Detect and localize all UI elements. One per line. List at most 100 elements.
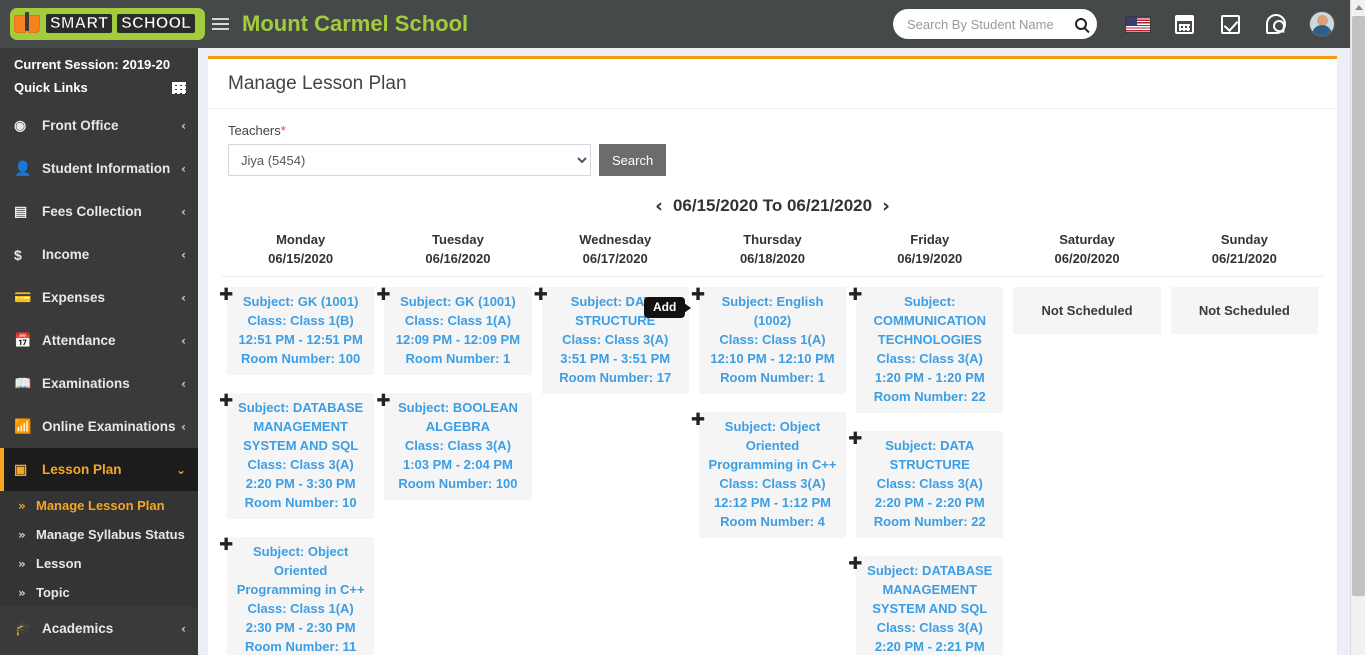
page-scrollbar[interactable] [1350, 0, 1365, 655]
add-lesson-plus-icon[interactable]: ✚ [848, 433, 862, 447]
sidebar-item-income[interactable]: $ Income ‹ [0, 233, 198, 276]
fees-collection-icon: ▤ [14, 203, 36, 220]
search-box[interactable] [893, 9, 1097, 39]
front-office-icon: ◉ [14, 117, 36, 134]
teachers-select[interactable]: Jiya (5454) [228, 144, 591, 176]
day-header: Wednesday 06/17/2020 [542, 230, 689, 276]
search-button[interactable]: Search [599, 144, 666, 176]
calendar-divider [222, 276, 1323, 277]
calendar-icon[interactable] [1161, 0, 1207, 48]
sidebar-item-student-information[interactable]: 👤 Student Information ‹ [0, 147, 198, 190]
lesson-class: Class: Class 3(A) [862, 349, 997, 368]
add-lesson-plus-icon[interactable]: ✚ [691, 414, 705, 428]
sidebar-item-academics[interactable]: 🎓 Academics ‹ [0, 607, 198, 650]
lesson-card[interactable]: Subject: Object Oriented Programming in … [227, 537, 374, 655]
lesson-subject: Subject: Object Oriented Programming in … [233, 542, 368, 599]
day-header: Sunday 06/21/2020 [1171, 230, 1318, 276]
language-flag-icon[interactable] [1115, 0, 1161, 48]
sidebar-subitem-topic[interactable]: » Topic [0, 578, 198, 607]
lesson-card[interactable]: Subject: BOOLEAN ALGEBRA Class: Class 3(… [384, 393, 531, 500]
user-avatar[interactable] [1299, 0, 1345, 48]
chevron-left-icon: ‹ [181, 377, 186, 391]
day-name: Friday [856, 230, 1003, 249]
day-header: Tuesday 06/16/2020 [384, 230, 531, 276]
sidebar-item-lesson-plan[interactable]: ▣ Lesson Plan ⌄ [0, 448, 198, 491]
sidebar-item-label: Online Examinations [36, 419, 181, 434]
next-week-icon[interactable]: › [882, 197, 890, 216]
lesson-card[interactable]: Subject: GK (1001) Class: Class 1(A) 12:… [384, 287, 531, 375]
lesson-time: 12:09 PM - 12:09 PM [390, 330, 525, 349]
add-lesson-plus-icon[interactable]: ✚ [848, 289, 862, 303]
sidebar-item-front-office[interactable]: ◉ Front Office ‹ [0, 104, 198, 147]
search-icon[interactable] [1075, 18, 1087, 30]
sidebar-item-attendance[interactable]: 📅 Attendance ‹ [0, 319, 198, 362]
lesson-card[interactable]: Subject: DATA STRUCTURE Class: Class 3(A… [856, 431, 1003, 538]
lesson-time: 1:03 PM - 2:04 PM [390, 455, 525, 474]
quick-links-row[interactable]: Quick Links [14, 80, 186, 95]
lesson-room: Room Number: 22 [862, 512, 997, 531]
lesson-subject: Subject: COMMUNICATION TECHNOLOGIES [862, 292, 997, 349]
teacher-filter-form: Teachers* Jiya (5454) Search [208, 109, 1337, 176]
day-name: Thursday [699, 230, 846, 249]
add-lesson-plus-icon[interactable]: ✚ [376, 289, 390, 303]
hamburger-icon[interactable] [198, 0, 242, 48]
lesson-time: 12:12 PM - 1:12 PM [705, 493, 840, 512]
day-name: Wednesday [542, 230, 689, 249]
lesson-entry: ✚ Subject: COMMUNICATION TECHNOLOGIES Cl… [856, 287, 1003, 413]
lesson-card[interactable]: Subject: Object Oriented Programming in … [699, 412, 846, 538]
scrollbar-thumb[interactable] [1352, 16, 1365, 596]
chevron-left-icon: ‹ [181, 119, 186, 133]
academics-icon: 🎓 [14, 620, 36, 637]
sidebar-subitem-manage-syllabus-status[interactable]: » Manage Syllabus Status [0, 520, 198, 549]
main-content: Manage Lesson Plan Teachers* Jiya (5454)… [198, 48, 1365, 655]
add-lesson-plus-icon[interactable]: ✚ [219, 539, 233, 553]
add-lesson-plus-icon[interactable]: ✚ [219, 289, 233, 303]
lesson-card[interactable]: Subject: COMMUNICATION TECHNOLOGIES Clas… [856, 287, 1003, 413]
checkbox-icon[interactable] [1207, 0, 1253, 48]
chevron-left-icon: ‹ [181, 291, 186, 305]
sidebar-item-examinations[interactable]: 📖 Examinations ‹ [0, 362, 198, 405]
scroll-up-arrow-icon[interactable] [1351, 0, 1365, 15]
add-lesson-plus-icon[interactable]: ✚ [691, 289, 705, 303]
add-lesson-plus-icon[interactable]: ✚ [534, 289, 548, 303]
sidebar-item-online-examinations[interactable]: 📶 Online Examinations ‹ [0, 405, 198, 448]
lesson-card[interactable]: Subject: English (1002) Class: Class 1(A… [699, 287, 846, 394]
lesson-entry-empty: Not Scheduled [1013, 287, 1160, 334]
lesson-entry: ✚ Subject: GK (1001) Class: Class 1(B) 1… [227, 287, 374, 375]
lesson-class: Class: Class 3(A) [390, 436, 525, 455]
lesson-subject: Subject: GK (1001) [233, 292, 368, 311]
add-lesson-plus-icon[interactable]: ✚ [848, 558, 862, 572]
search-input[interactable] [907, 17, 1067, 32]
lesson-card[interactable]: Subject: DATABASE MANAGEMENT SYSTEM AND … [227, 393, 374, 519]
grid-icon[interactable] [172, 82, 186, 94]
sidebar-subitem-manage-lesson-plan[interactable]: » Manage Lesson Plan [0, 491, 198, 520]
lesson-card[interactable]: Subject: DATABASE MANAGEMENT SYSTEM AND … [856, 556, 1003, 655]
page-title: Manage Lesson Plan [228, 73, 1317, 95]
lesson-class: Class: Class 3(A) [705, 474, 840, 493]
day-date: 06/15/2020 [227, 249, 374, 268]
brand-logo[interactable]: SMART SCHOOL [0, 0, 198, 48]
day-header: Saturday 06/20/2020 [1013, 230, 1160, 276]
sidebar-item-label: Academics [36, 621, 181, 636]
sidebar-item-expenses[interactable]: 💳 Expenses ‹ [0, 276, 198, 319]
lesson-time: 2:20 PM - 3:30 PM [233, 474, 368, 493]
add-lesson-plus-icon[interactable]: ✚ [376, 395, 390, 409]
lesson-entry: ✚ Subject: Object Oriented Programming i… [227, 537, 374, 655]
double-chevron-icon: » [18, 586, 36, 600]
lesson-time: 1:20 PM - 1:20 PM [862, 368, 997, 387]
lesson-room: Room Number: 11 [233, 637, 368, 655]
previous-week-icon[interactable]: ‹ [655, 197, 663, 216]
whatsapp-icon[interactable] [1253, 0, 1299, 48]
open-book-icon [14, 13, 40, 35]
lesson-card[interactable]: Subject: GK (1001) Class: Class 1(B) 12:… [227, 287, 374, 375]
sidebar-item-fees-collection[interactable]: ▤ Fees Collection ‹ [0, 190, 198, 233]
lesson-entry-empty: Not Scheduled [1171, 287, 1318, 334]
day-column-header-friday: Friday 06/19/2020 [851, 230, 1008, 276]
sidebar-subitem-lesson[interactable]: » Lesson [0, 549, 198, 578]
lesson-class: Class: Class 1(A) [233, 599, 368, 618]
teachers-field-label: Teachers* [228, 123, 1317, 138]
navbar-right-group [893, 0, 1365, 48]
day-header: Friday 06/19/2020 [856, 230, 1003, 276]
day-column-sunday: Not Scheduled [1166, 287, 1323, 655]
add-lesson-plus-icon[interactable]: ✚ [219, 395, 233, 409]
